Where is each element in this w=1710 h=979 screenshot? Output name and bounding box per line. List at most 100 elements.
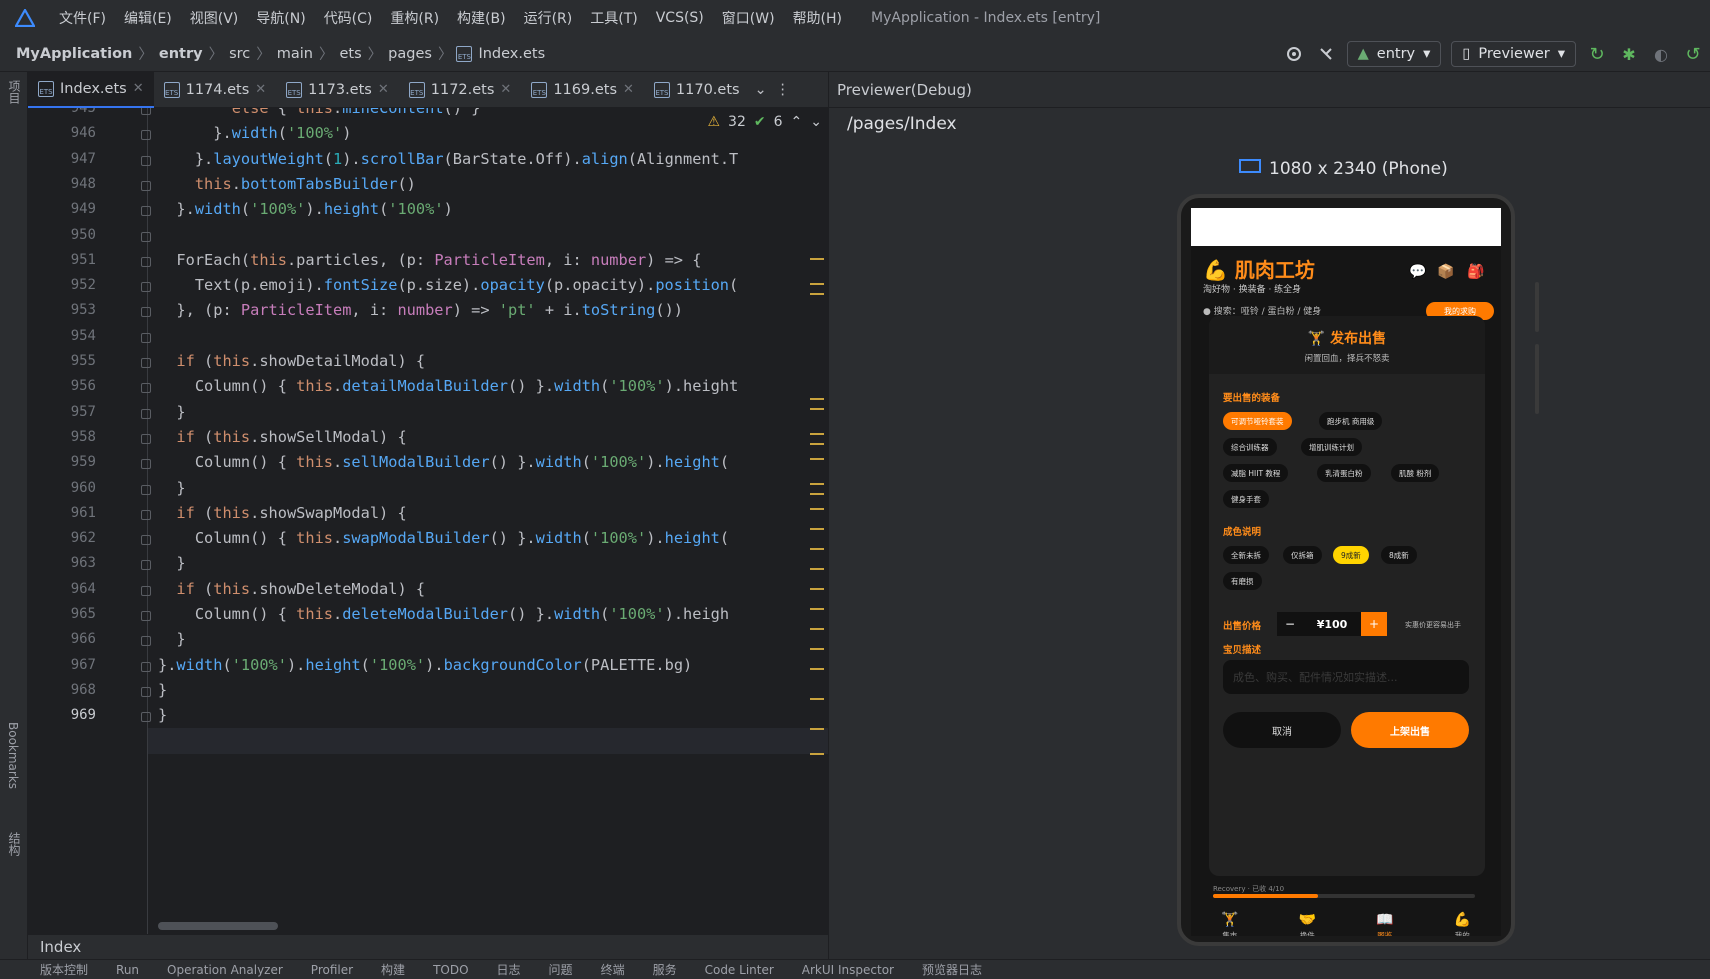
condition-chip[interactable]: 8成新	[1381, 546, 1417, 564]
warning-stripe-mark[interactable]	[810, 508, 824, 510]
breadcrumb-main[interactable]: main	[275, 46, 315, 62]
menu-build[interactable]: 构建(B)	[448, 8, 515, 28]
fold-marker-icon[interactable]	[141, 155, 151, 166]
menu-navigate[interactable]: 导航(N)	[247, 8, 314, 28]
bookmarks-tool-tab[interactable]: Bookmarks	[6, 722, 20, 789]
close-icon[interactable]: ✕	[378, 82, 389, 97]
chevron-up-icon[interactable]: ⌃	[791, 114, 803, 130]
tool-build[interactable]: 构建	[381, 961, 405, 978]
equip-chip[interactable]: 综合训练器	[1223, 438, 1277, 456]
fold-marker-icon[interactable]	[141, 484, 151, 495]
menu-run[interactable]: 运行(R)	[515, 8, 582, 28]
tab-swap[interactable]: 🤝 换件	[1269, 904, 1347, 937]
debug-icon[interactable]: ✱	[1618, 43, 1640, 65]
backpack-icon[interactable]: 🎒	[1467, 264, 1484, 280]
equip-chip[interactable]: 可调节哑铃套装	[1223, 412, 1292, 430]
package-icon[interactable]: 📦	[1437, 264, 1454, 280]
more-icon[interactable]: ⋮	[772, 79, 794, 101]
tab-1173[interactable]: ETS 1173.ets ✕	[276, 72, 399, 108]
equip-chip[interactable]: 增肌训练计划	[1301, 438, 1362, 456]
menu-file[interactable]: 文件(F)	[50, 8, 115, 28]
fold-marker-icon[interactable]	[141, 206, 151, 217]
warning-stripe-mark[interactable]	[810, 628, 824, 630]
warning-stripe-mark[interactable]	[810, 728, 824, 730]
equip-chip[interactable]: 肌酸 粉剂	[1391, 464, 1440, 482]
close-icon[interactable]: ✕	[623, 82, 634, 97]
fold-marker-icon[interactable]	[141, 180, 151, 191]
breadcrumb-src[interactable]: src	[227, 46, 252, 62]
warning-stripe-mark[interactable]	[810, 398, 824, 400]
tool-terminal[interactable]: 终端	[601, 961, 625, 978]
tab-1172[interactable]: ETS 1172.ets ✕	[399, 72, 522, 108]
fold-marker-icon[interactable]	[141, 358, 151, 368]
warning-stripe-mark[interactable]	[810, 528, 824, 530]
warning-stripe-mark[interactable]	[810, 608, 824, 610]
list-for-sale-button[interactable]: 上架出售	[1351, 712, 1469, 748]
fold-marker-icon[interactable]	[141, 256, 151, 267]
tab-guide[interactable]: 📖 图鉴	[1346, 904, 1424, 937]
menu-window[interactable]: 窗口(W)	[713, 8, 784, 28]
tab-list-chevron-icon[interactable]: ⌄	[750, 79, 772, 101]
warning-stripe-mark[interactable]	[810, 293, 824, 295]
fold-marker-icon[interactable]	[141, 130, 151, 141]
menu-view[interactable]: 视图(V)	[181, 8, 248, 28]
breadcrumb-file[interactable]: Index.ets	[476, 46, 547, 62]
fold-marker-icon[interactable]	[141, 433, 151, 444]
tool-run[interactable]: Run	[116, 963, 139, 977]
tool-profiler[interactable]: Profiler	[311, 963, 353, 977]
warning-stripe-mark[interactable]	[810, 458, 824, 460]
structure-tool-tab[interactable]: 结构	[6, 832, 23, 856]
tool-vcs[interactable]: 版本控制	[40, 961, 88, 978]
close-icon[interactable]: ✕	[255, 82, 266, 97]
rerun-icon[interactable]: ↻	[1586, 43, 1608, 65]
fold-marker-icon[interactable]	[141, 282, 151, 293]
cancel-button[interactable]: 取消	[1223, 712, 1341, 748]
fold-marker-icon[interactable]	[141, 459, 151, 470]
increase-button[interactable]: +	[1361, 612, 1387, 636]
sync-icon[interactable]: ↺	[1682, 43, 1704, 65]
tool-services[interactable]: 服务	[653, 961, 677, 978]
tool-problems[interactable]: 问题	[549, 961, 573, 978]
phone-screen[interactable]: 💪 肌肉工坊 淘好物 · 换装备 · 练全身 💬 📦 🎒 ● 搜索：哑铃 / 蛋…	[1191, 208, 1501, 936]
breadcrumb-project[interactable]: MyApplication	[14, 46, 134, 62]
warning-stripe-mark[interactable]	[810, 588, 824, 590]
code-area[interactable]: 945 else { this.mineContent() } 946 }.wid…	[28, 108, 828, 934]
status-crumb[interactable]: Index	[40, 938, 81, 956]
equip-chip[interactable]: 健身手套	[1223, 490, 1269, 508]
fold-marker-icon[interactable]	[141, 585, 151, 596]
fold-marker-icon[interactable]	[141, 661, 151, 672]
warning-stripe-mark[interactable]	[810, 568, 824, 570]
warning-stripe-mark[interactable]	[810, 443, 824, 445]
condition-chip-selected[interactable]: 9成新	[1333, 546, 1369, 564]
condition-chip[interactable]: 有磨损	[1223, 572, 1262, 590]
warning-stripe-mark[interactable]	[810, 433, 824, 435]
equip-chip[interactable]: 乳清蛋白粉	[1317, 464, 1371, 482]
condition-chip[interactable]: 仅拆箱	[1283, 546, 1322, 564]
tab-1170[interactable]: ETS 1170.ets	[644, 72, 750, 108]
decrease-button[interactable]: −	[1277, 612, 1303, 636]
warning-stripe-mark[interactable]	[810, 408, 824, 410]
fold-marker-icon[interactable]	[141, 231, 151, 242]
fold-marker-icon[interactable]	[141, 509, 151, 520]
fold-marker-icon[interactable]	[141, 535, 151, 546]
tab-1174[interactable]: ETS 1174.ets ✕	[154, 72, 277, 108]
tab-1169[interactable]: ETS 1169.ets ✕	[521, 72, 644, 108]
description-input[interactable]: 成色、购买、配件情况如实描述...	[1223, 660, 1469, 694]
warning-stripe-mark[interactable]	[810, 548, 824, 550]
menu-help[interactable]: 帮助(H)	[784, 8, 851, 28]
equip-chip[interactable]: 跑步机 商用级	[1319, 412, 1383, 430]
menu-vcs[interactable]: VCS(S)	[647, 10, 713, 26]
inspection-widget[interactable]: ⚠ 32 ✔ 6 ⌃ ⌄	[707, 114, 822, 130]
horizontal-scrollbar[interactable]	[158, 922, 278, 930]
fold-marker-icon[interactable]	[141, 307, 151, 318]
warning-stripe-mark[interactable]	[810, 753, 824, 755]
condition-chip[interactable]: 全新未拆	[1223, 546, 1269, 564]
fold-marker-icon[interactable]	[141, 332, 151, 343]
target-icon[interactable]	[1283, 43, 1305, 65]
menu-refactor[interactable]: 重构(R)	[381, 8, 448, 28]
warning-stripe-mark[interactable]	[810, 283, 824, 285]
menu-code[interactable]: 代码(C)	[315, 8, 382, 28]
close-icon[interactable]: ✕	[133, 81, 144, 96]
warning-stripe-mark[interactable]	[810, 493, 824, 495]
project-tool-tab[interactable]: 项目	[6, 80, 23, 104]
